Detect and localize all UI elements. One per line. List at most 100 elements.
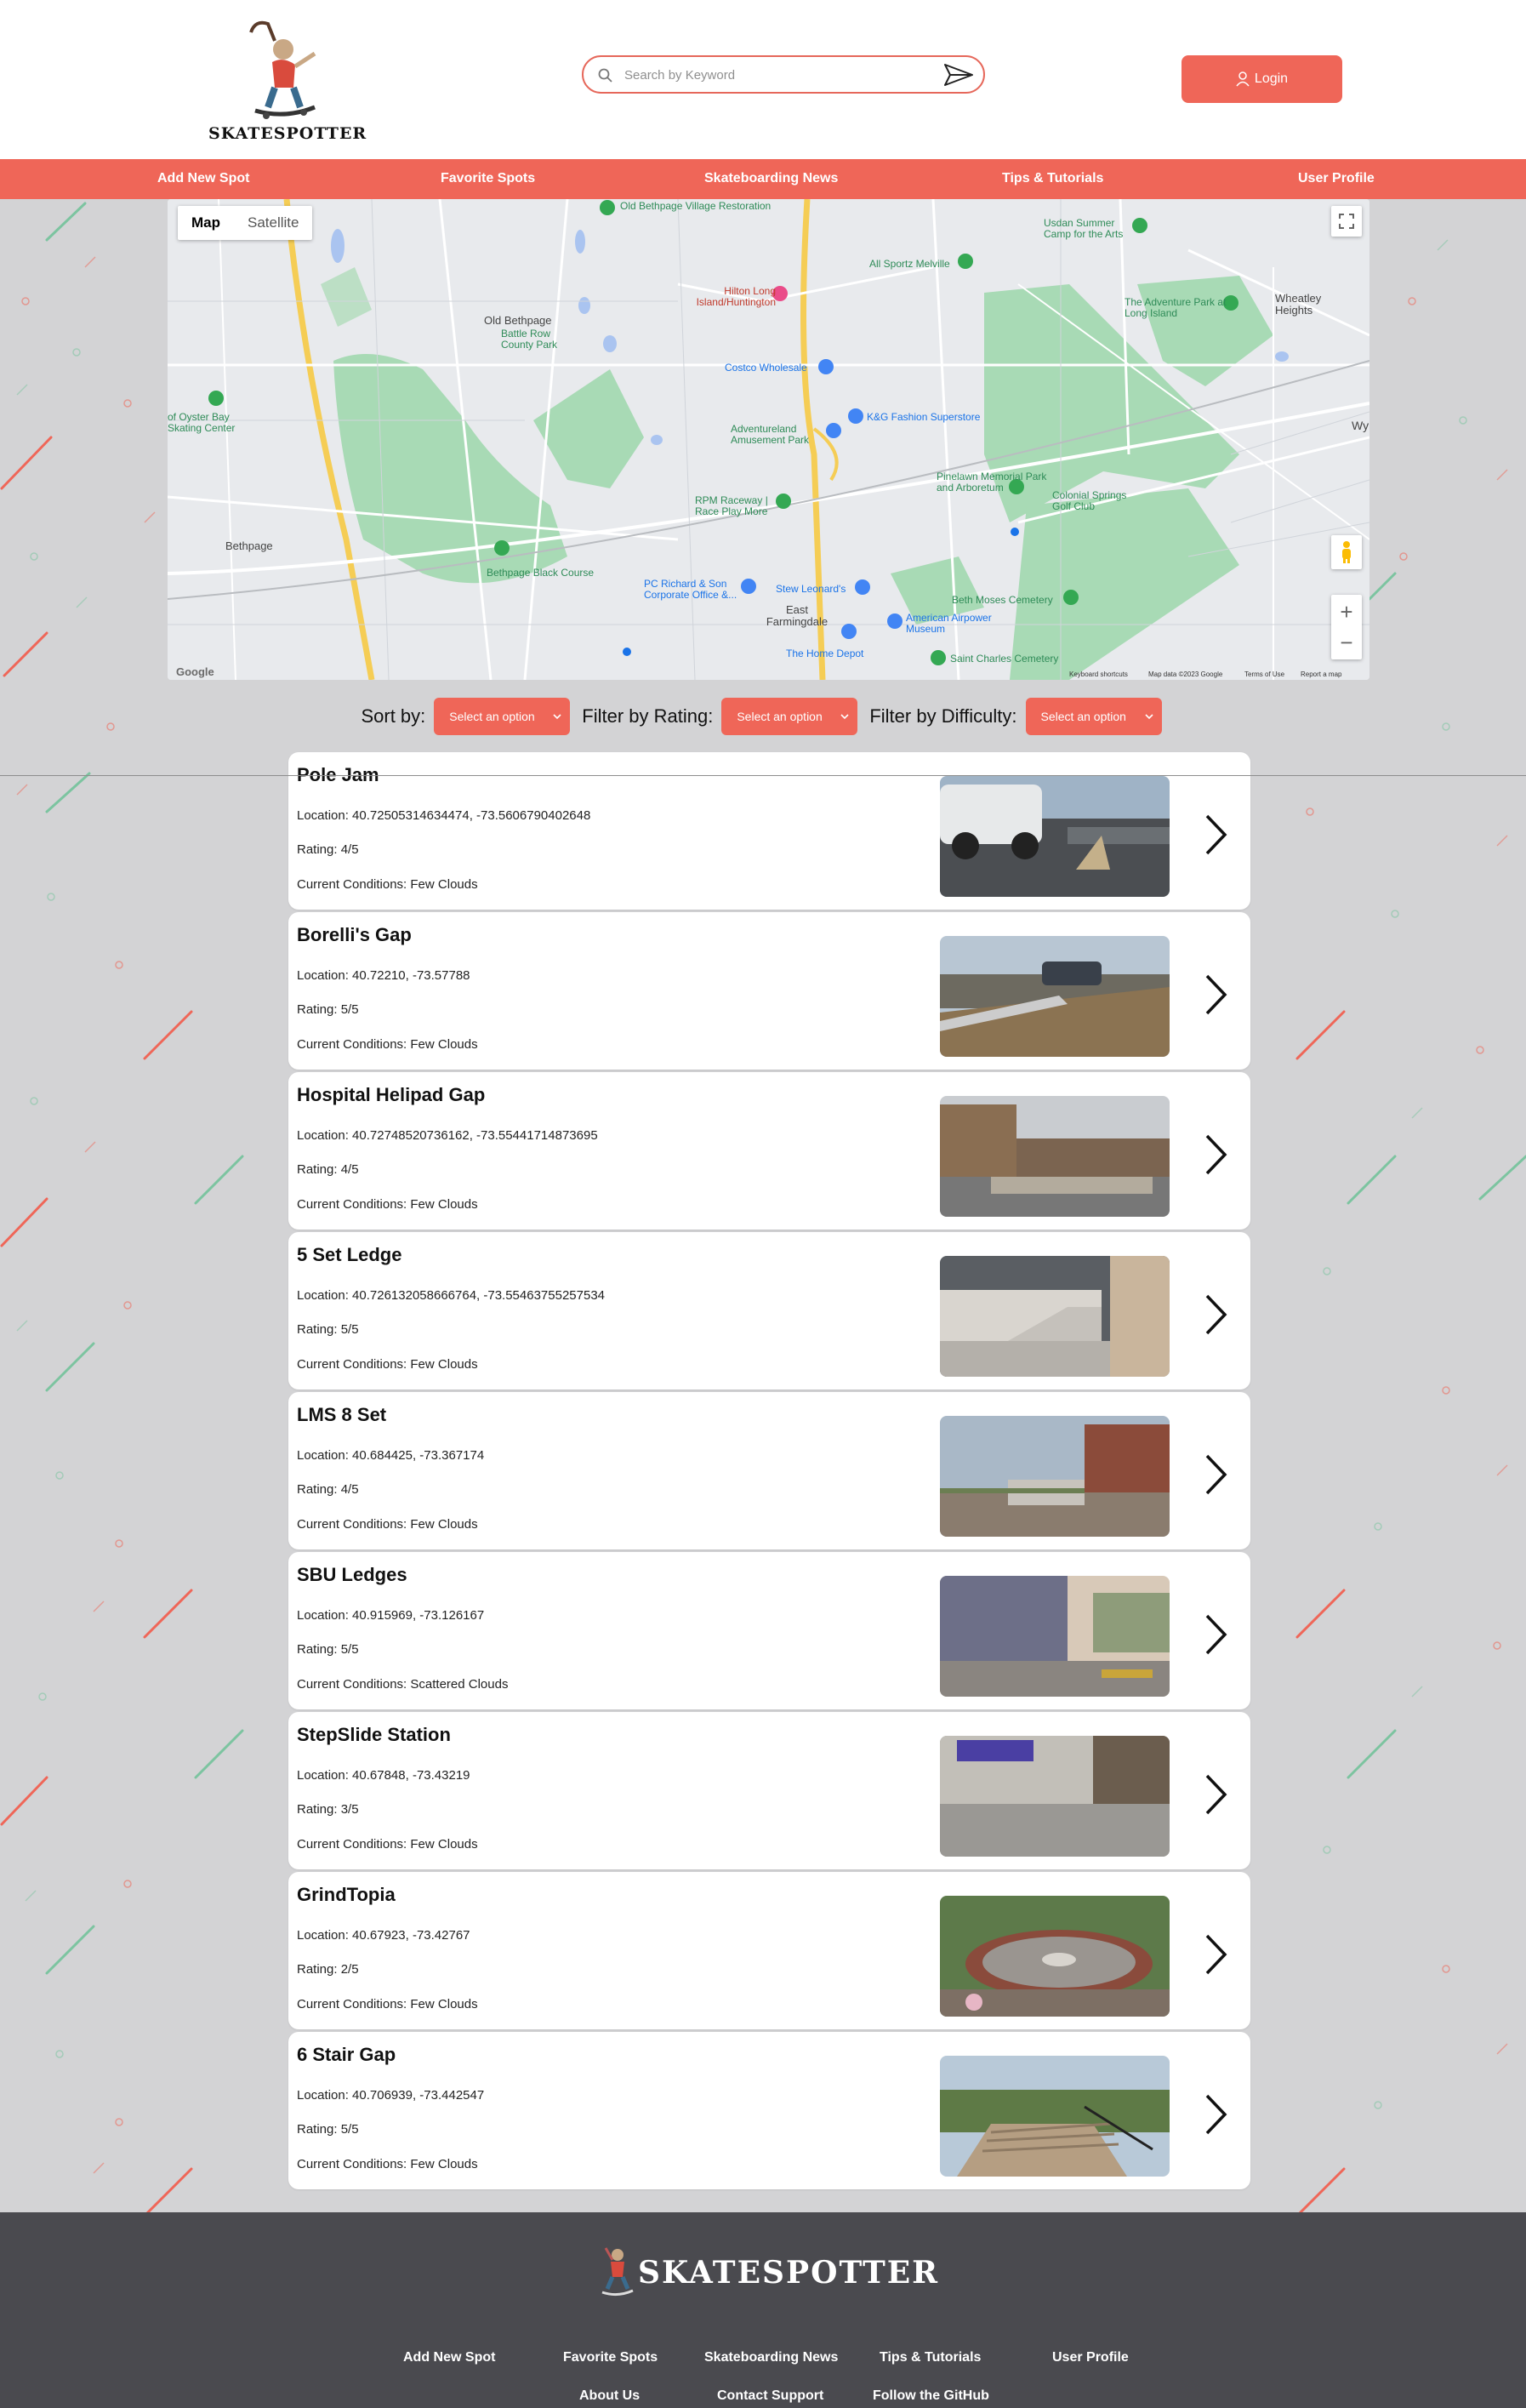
login-label: Login bbox=[1254, 71, 1289, 86]
spot-card[interactable]: GrindTopia Location: 40.67923, -73.42767… bbox=[288, 1872, 1250, 2029]
spot-conditions: Current Conditions: Few Clouds bbox=[297, 877, 478, 892]
spot-photo bbox=[940, 1736, 1170, 1857]
map-label: Adventureland Amusement Park bbox=[731, 423, 810, 446]
footer-link-skateboarding-news[interactable]: Skateboarding News bbox=[704, 2350, 838, 2365]
footer-link-github[interactable]: Follow the GitHub bbox=[873, 2388, 989, 2404]
map-label: All Sportz Melville bbox=[869, 258, 950, 270]
nav-favorite-spots[interactable]: Favorite Spots bbox=[441, 171, 535, 186]
map-label: PC Richard & Son Corporate Office &... bbox=[644, 578, 737, 601]
spot-card[interactable]: Hospital Helipad Gap Location: 40.727485… bbox=[288, 1072, 1250, 1230]
search-input[interactable] bbox=[624, 64, 914, 86]
spot-location: Location: 40.915969, -73.126167 bbox=[297, 1608, 485, 1623]
map-label: Battle Row County Park bbox=[501, 328, 558, 351]
map-type-map[interactable]: Map bbox=[178, 206, 234, 240]
spot-rating: Rating: 5/5 bbox=[297, 1002, 359, 1017]
chevron-right-icon[interactable] bbox=[1203, 2093, 1228, 2136]
map-label: American Airpower Museum bbox=[906, 612, 992, 635]
nav-skateboarding-news[interactable]: Skateboarding News bbox=[704, 171, 838, 186]
spot-location: Location: 40.72505314634474, -73.5606790… bbox=[297, 808, 591, 823]
chevron-right-icon[interactable] bbox=[1203, 1933, 1228, 1976]
divider-line bbox=[0, 775, 1526, 776]
nav-add-new-spot[interactable]: Add New Spot bbox=[157, 171, 249, 186]
chevron-right-icon[interactable] bbox=[1203, 1773, 1228, 1816]
sort-select-value: Select an option bbox=[449, 710, 535, 723]
fullscreen-button[interactable] bbox=[1331, 206, 1362, 237]
map-data-attribution: Map data ©2023 Google bbox=[1148, 670, 1223, 678]
spot-card[interactable]: SBU Ledges Location: 40.915969, -73.1261… bbox=[288, 1552, 1250, 1709]
spot-photo bbox=[940, 1416, 1170, 1537]
fullscreen-icon bbox=[1339, 214, 1354, 229]
spot-location: Location: 40.67923, -73.42767 bbox=[297, 1928, 470, 1943]
map-label: The Adventure Park at Long Island bbox=[1125, 296, 1227, 319]
map-label: Hilton Long Island/Huntington bbox=[696, 285, 776, 308]
skater-logo-icon bbox=[601, 2247, 634, 2297]
chevron-right-icon[interactable] bbox=[1203, 973, 1228, 1016]
spot-photo bbox=[940, 936, 1170, 1057]
map-label: of Oyster Bay Skating Center bbox=[168, 411, 236, 434]
street-view-button[interactable] bbox=[1331, 535, 1362, 569]
map-label: Colonial Springs Golf Club bbox=[1052, 489, 1127, 512]
spot-name: Hospital Helipad Gap bbox=[297, 1084, 486, 1105]
difficulty-filter-label: Filter by Difficulty: bbox=[869, 705, 1017, 727]
footer-link-about-us[interactable]: About Us bbox=[579, 2388, 640, 2404]
spot-conditions: Current Conditions: Few Clouds bbox=[297, 1197, 478, 1212]
map-label: Saint Charles Cemetery bbox=[950, 653, 1059, 665]
map-label: Stew Leonard's bbox=[776, 583, 846, 595]
footer-link-tips-tutorials[interactable]: Tips & Tutorials bbox=[880, 2350, 981, 2365]
rating-select-value: Select an option bbox=[737, 710, 823, 723]
send-icon[interactable] bbox=[942, 61, 975, 88]
footer-link-add-new-spot[interactable]: Add New Spot bbox=[403, 2350, 495, 2365]
rating-filter-select[interactable]: Select an option bbox=[721, 698, 858, 735]
spot-conditions: Current Conditions: Few Clouds bbox=[297, 1837, 478, 1852]
map-terms-link[interactable]: Terms of Use bbox=[1244, 670, 1284, 678]
spot-photo bbox=[940, 1096, 1170, 1217]
spot-rating: Rating: 4/5 bbox=[297, 842, 359, 857]
chevron-right-icon[interactable] bbox=[1203, 1613, 1228, 1656]
chevron-right-icon[interactable] bbox=[1203, 813, 1228, 856]
map-label: East Farmingdale bbox=[766, 603, 828, 628]
zoom-in-button[interactable]: + bbox=[1340, 596, 1352, 627]
spot-location: Location: 40.726132058666764, -73.554637… bbox=[297, 1288, 606, 1303]
login-button[interactable]: Login bbox=[1182, 55, 1342, 103]
zoom-out-button[interactable]: − bbox=[1340, 627, 1352, 658]
spot-card[interactable]: Borelli's Gap Location: 40.72210, -73.57… bbox=[288, 912, 1250, 1070]
chevron-right-icon[interactable] bbox=[1203, 1133, 1228, 1176]
spot-rating: Rating: 4/5 bbox=[297, 1162, 359, 1177]
spot-photo bbox=[940, 1576, 1170, 1697]
map-label: Old Bethpage Village Restoration bbox=[620, 200, 772, 212]
filter-bar: Sort by: Select an option Filter by Rati… bbox=[0, 695, 1526, 738]
footer-logo[interactable]: SKATESPOTTER bbox=[597, 2245, 937, 2299]
map-keyboard-shortcuts[interactable]: Keyboard shortcuts bbox=[1069, 670, 1128, 678]
chevron-right-icon[interactable] bbox=[1203, 1453, 1228, 1496]
spot-photo bbox=[940, 776, 1170, 897]
map-report-link[interactable]: Report a map bbox=[1301, 670, 1341, 678]
spot-name: 6 Stair Gap bbox=[297, 2044, 396, 2065]
spot-name: Borelli's Gap bbox=[297, 924, 412, 945]
spot-card[interactable]: 6 Stair Gap Location: 40.706939, -73.442… bbox=[288, 2032, 1250, 2189]
spot-photo bbox=[940, 1896, 1170, 2017]
spot-card[interactable]: 5 Set Ledge Location: 40.726132058666764… bbox=[288, 1232, 1250, 1389]
spot-photo bbox=[940, 1256, 1170, 1377]
footer-link-contact-support[interactable]: Contact Support bbox=[717, 2388, 823, 2404]
spot-card[interactable]: StepSlide Station Location: 40.67848, -7… bbox=[288, 1712, 1250, 1869]
spot-rating: Rating: 4/5 bbox=[297, 1482, 359, 1497]
spot-list: Pole Jam Location: 40.72505314634474, -7… bbox=[288, 752, 1250, 2192]
map-type-satellite[interactable]: Satellite bbox=[234, 206, 312, 240]
sort-select[interactable]: Select an option bbox=[434, 698, 571, 735]
sort-label: Sort by: bbox=[361, 705, 426, 727]
rating-filter-label: Filter by Rating: bbox=[582, 705, 714, 727]
difficulty-filter-select[interactable]: Select an option bbox=[1025, 698, 1162, 735]
footer-link-favorite-spots[interactable]: Favorite Spots bbox=[563, 2350, 658, 2365]
chevron-right-icon[interactable] bbox=[1203, 1293, 1228, 1336]
spot-conditions: Current Conditions: Few Clouds bbox=[297, 1037, 478, 1052]
spot-conditions: Current Conditions: Scattered Clouds bbox=[297, 1677, 509, 1692]
spots-map[interactable]: Map Satellite + − Old Bethpage Village R… bbox=[168, 199, 1369, 680]
brand-name: SKATESPOTTER bbox=[208, 124, 367, 143]
spot-card[interactable]: LMS 8 Set Location: 40.684425, -73.36717… bbox=[288, 1392, 1250, 1549]
spot-photo bbox=[940, 2056, 1170, 2177]
nav-tips-tutorials[interactable]: Tips & Tutorials bbox=[1002, 171, 1103, 186]
map-label: Bethpage Black Course bbox=[487, 567, 595, 579]
footer-link-user-profile[interactable]: User Profile bbox=[1052, 2350, 1129, 2365]
brand-logo[interactable]: SKATESPOTTER bbox=[208, 15, 367, 147]
nav-user-profile[interactable]: User Profile bbox=[1298, 171, 1375, 186]
